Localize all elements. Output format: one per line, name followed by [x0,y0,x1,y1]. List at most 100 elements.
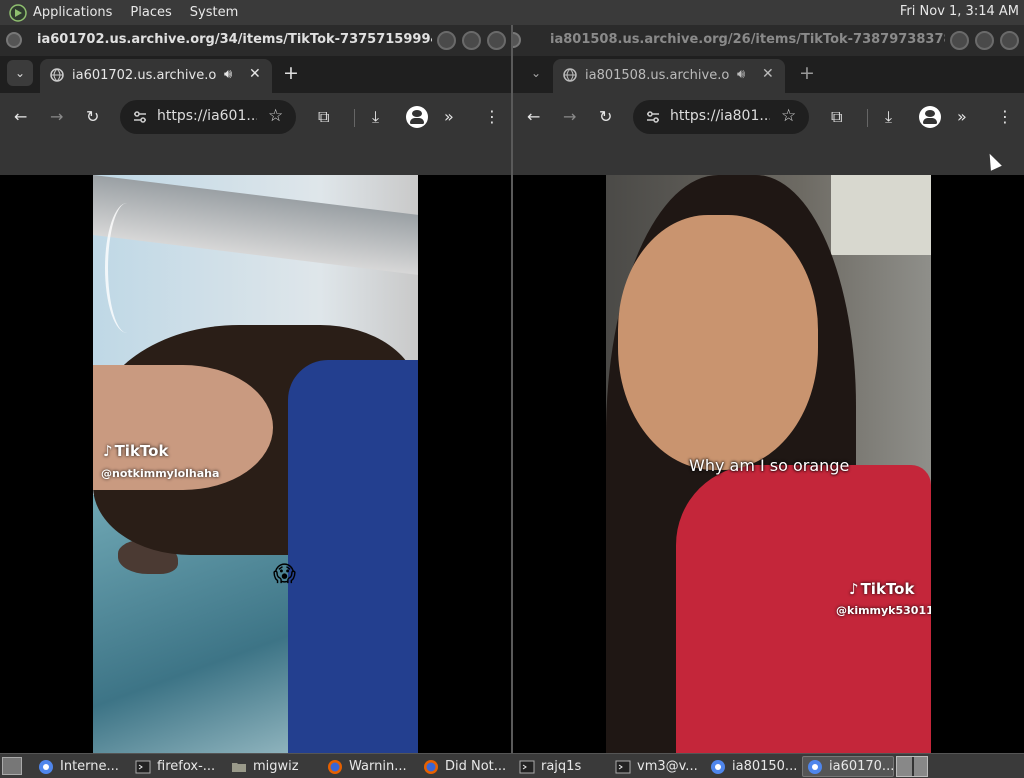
tiktok-logo: ♪ TikTok [103,442,168,460]
site-info-icon[interactable] [132,109,148,125]
back-button[interactable]: ← [14,107,27,126]
menu-kebab-icon[interactable]: ⋮ [997,107,1013,126]
taskbar-item-ia60170[interactable]: ia60170... [802,756,894,777]
page-viewport: Why am I so orange ♪ TikTok @kimmyk53011 [513,175,1024,753]
close-tab-icon[interactable]: ✕ [249,66,261,82]
close-window-button[interactable] [487,31,506,50]
tab-active[interactable]: ia601702.us.archive.org/3 🔊︎ ✕ [40,59,272,93]
taskbar-item-label: Interne... [60,759,119,774]
minimize-button[interactable] [437,31,456,50]
chrome-icon [808,759,822,774]
profile-avatar[interactable] [919,106,941,128]
tiktok-video[interactable]: Why am I so orange ♪ TikTok @kimmyk53011 [606,175,931,753]
browser-toolbar: ← → ↻ https://ia601... ☆ ⧉ ⤓ » ⋮ [0,93,511,141]
tiktok-handle: @notkimmylolhaha [101,467,220,480]
site-info-icon[interactable] [645,109,661,125]
tiktok-note-icon: ♪ [103,442,113,460]
tiktok-logo-text: TikTok [114,442,169,460]
maximize-button[interactable] [462,31,481,50]
browser-window-left: ia601702.us.archive.org/34/items/TikTok-… [0,25,511,753]
clock[interactable]: Fri Nov 1, 3:14 AM [900,4,1019,19]
video-scene-wave-art [105,203,149,333]
maximize-button[interactable] [975,31,994,50]
close-tab-icon[interactable]: ✕ [762,66,774,82]
taskbar-item-did-not[interactable]: Did Not... [419,756,513,777]
show-desktop-button[interactable] [2,757,22,775]
taskbar-item-migwiz[interactable]: migwiz [227,756,319,777]
taskbar-item-warning[interactable]: Warnin... [323,756,417,777]
taskbar-item-label: ia80150... [732,759,798,774]
window-title: ia801508.us.archive.org/26/items/TikTok-… [550,32,945,47]
taskbar-item-label: vm3@v... [637,759,698,774]
browser-toolbar: ← → ↻ https://ia801... ☆ ⧉ ⤓ » ⋮ [513,93,1024,141]
window-menu-icon[interactable] [6,32,22,48]
video-scene-car-window [831,175,931,255]
address-bar[interactable]: https://ia801... ☆ [633,100,809,134]
more-tools-chevron-icon[interactable]: » [957,107,967,126]
taskbar-item-internet[interactable]: Interne... [34,756,128,777]
globe-icon [563,68,577,82]
tiktok-video[interactable]: ♪ TikTok @notkimmylolhaha 😱 [93,175,418,753]
taskbar-item-firefox-terminal[interactable]: firefox-... [131,756,225,777]
tab-strip: ⌄ ia601702.us.archive.org/3 🔊︎ ✕ + [0,56,511,93]
taskbar-item-vm3[interactable]: vm3@v... [611,756,705,777]
terminal-icon [135,760,151,773]
globe-icon [50,68,64,82]
forward-button[interactable]: → [50,107,63,126]
taskbar-item-ia80150[interactable]: ia80150... [706,756,800,777]
workspace-switcher[interactable] [896,756,928,777]
taskbar: Interne... firefox-... migwiz Warnin... … [0,753,1024,778]
taskbar-item-label: firefox-... [157,759,216,774]
back-button[interactable]: ← [527,107,540,126]
speaker-icon[interactable]: 🔊︎ [737,67,745,82]
bookmark-star-icon[interactable]: ☆ [268,106,283,126]
applications-menu[interactable]: Applications [33,5,112,20]
speaker-icon[interactable]: 🔊︎ [224,67,232,82]
browser-window-right: ia801508.us.archive.org/26/items/TikTok-… [513,25,1024,753]
download-icon[interactable]: ⤓ [885,107,892,127]
tab-search-button[interactable]: ⌄ [523,60,549,86]
tab-search-button[interactable]: ⌄ [7,60,33,86]
taskbar-item-label: Did Not... [445,759,507,774]
tab-title: ia801508.us.archive.org/ [585,68,730,83]
firefox-icon [328,759,342,774]
applications-menu-icon[interactable] [9,3,27,22]
profile-avatar[interactable] [406,106,428,128]
extensions-icon[interactable]: ⧉ [318,107,329,127]
window-titlebar[interactable]: ia801508.us.archive.org/26/items/TikTok-… [513,25,1024,56]
new-tab-button[interactable]: + [283,62,299,84]
reload-button[interactable]: ↻ [599,107,612,126]
more-tools-chevron-icon[interactable]: » [444,107,454,126]
download-icon[interactable]: ⤓ [372,107,379,127]
taskbar-item-rajq1s[interactable]: rajq1s [515,756,609,777]
close-window-button[interactable] [1000,31,1019,50]
reload-button[interactable]: ↻ [86,107,99,126]
video-caption: Why am I so orange [689,456,850,475]
window-menu-icon[interactable] [513,32,521,48]
extensions-icon[interactable]: ⧉ [831,107,842,127]
chrome-icon [39,759,53,774]
toolbar-divider [867,109,868,127]
terminal-icon [615,760,631,773]
places-menu[interactable]: Places [130,5,171,20]
address-bar[interactable]: https://ia601... ☆ [120,100,296,134]
folder-icon [232,762,246,772]
page-viewport: ♪ TikTok @notkimmylolhaha 😱 [0,175,511,753]
tiktok-note-icon: ♪ [849,580,859,598]
menu-kebab-icon[interactable]: ⋮ [484,107,500,126]
url-text: https://ia601... [157,108,257,124]
toolbar-divider [354,109,355,127]
tiktok-logo: ♪ TikTok [849,580,914,598]
taskbar-item-label: Warnin... [349,759,407,774]
bookmark-star-icon[interactable]: ☆ [781,106,796,126]
window-titlebar[interactable]: ia601702.us.archive.org/34/items/TikTok-… [0,25,511,56]
tab-strip: ⌄ ia801508.us.archive.org/ 🔊︎ ✕ + [513,56,1024,93]
tab-active[interactable]: ia801508.us.archive.org/ 🔊︎ ✕ [553,59,785,93]
new-tab-button[interactable]: + [799,62,815,84]
minimize-button[interactable] [950,31,969,50]
top-panel: Applications Places System Fri Nov 1, 3:… [0,0,1024,25]
taskbar-item-label: migwiz [253,759,299,774]
video-scene-face [618,215,818,470]
system-menu[interactable]: System [190,5,238,20]
forward-button[interactable]: → [563,107,576,126]
